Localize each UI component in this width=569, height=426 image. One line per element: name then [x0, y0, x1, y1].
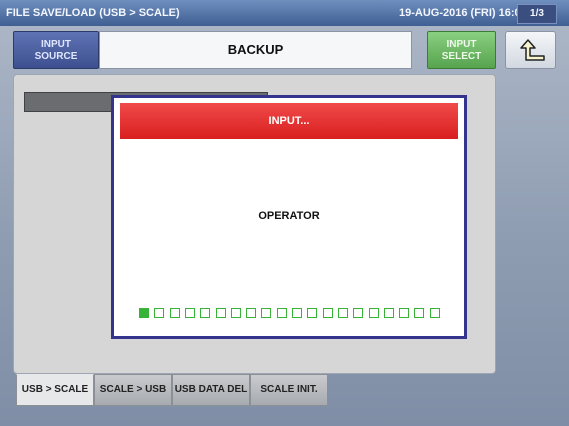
progress-cell [230, 308, 241, 318]
progress-cell [261, 308, 272, 318]
progress-cell [139, 308, 149, 318]
tab-label: USB DATA DEL [174, 384, 248, 395]
tab-label: SCALE INIT. [260, 384, 318, 395]
progress-cell [368, 308, 379, 318]
function-label: BACKUP [99, 31, 412, 69]
input-select-label-line1: INPUT [446, 39, 477, 50]
progress-cell [154, 308, 165, 318]
tab-usb-to-scale[interactable]: USB > SCALE [16, 374, 94, 406]
progress-cell [292, 308, 302, 318]
dialog-message: OPERATOR [258, 210, 320, 222]
page-indicator: 1/3 [517, 4, 557, 24]
tab-scale-init[interactable]: SCALE INIT. [250, 374, 328, 406]
progress-cell [184, 308, 195, 318]
return-arrow-icon [520, 39, 545, 61]
back-button[interactable] [505, 31, 556, 69]
tab-usb-data-delete[interactable]: USB DATA DEL [172, 374, 250, 406]
input-source-button[interactable]: INPUT SOURCE [13, 31, 99, 69]
progress-cell [276, 308, 287, 318]
progress-cell [383, 308, 394, 318]
window-title: FILE SAVE/LOAD (USB > SCALE) [6, 7, 180, 19]
date-time: 19-AUG-2016 (FRI) 16:07 [399, 7, 527, 19]
tab-scale-to-usb[interactable]: SCALE > USB [94, 374, 172, 406]
progress-cell [414, 308, 425, 318]
progress-cell [246, 308, 257, 318]
tab-label: USB > SCALE [21, 384, 89, 395]
tab-label: SCALE > USB [99, 384, 167, 395]
input-source-label-line1: INPUT [41, 39, 71, 50]
title-bar: FILE SAVE/LOAD (USB > SCALE) 19-AUG-2016… [0, 0, 569, 26]
progress-cell [215, 308, 226, 318]
input-select-button[interactable]: INPUT SELECT [427, 31, 496, 69]
progress-cell [337, 308, 348, 318]
input-progress-dialog: INPUT... OPERATOR [111, 95, 467, 339]
progress-cell [200, 308, 211, 318]
progress-cell [322, 308, 333, 318]
progress-cell [399, 308, 410, 318]
input-select-label-line2: SELECT [441, 51, 482, 62]
progress-cell [169, 308, 180, 318]
progress-cell [429, 308, 440, 318]
progress-cell [307, 308, 318, 318]
dialog-heading: INPUT... [120, 103, 458, 139]
scale-screen: FILE SAVE/LOAD (USB > SCALE) 19-AUG-2016… [0, 0, 569, 426]
progress-cell [353, 308, 364, 318]
input-source-label-line2: SOURCE [34, 51, 78, 62]
